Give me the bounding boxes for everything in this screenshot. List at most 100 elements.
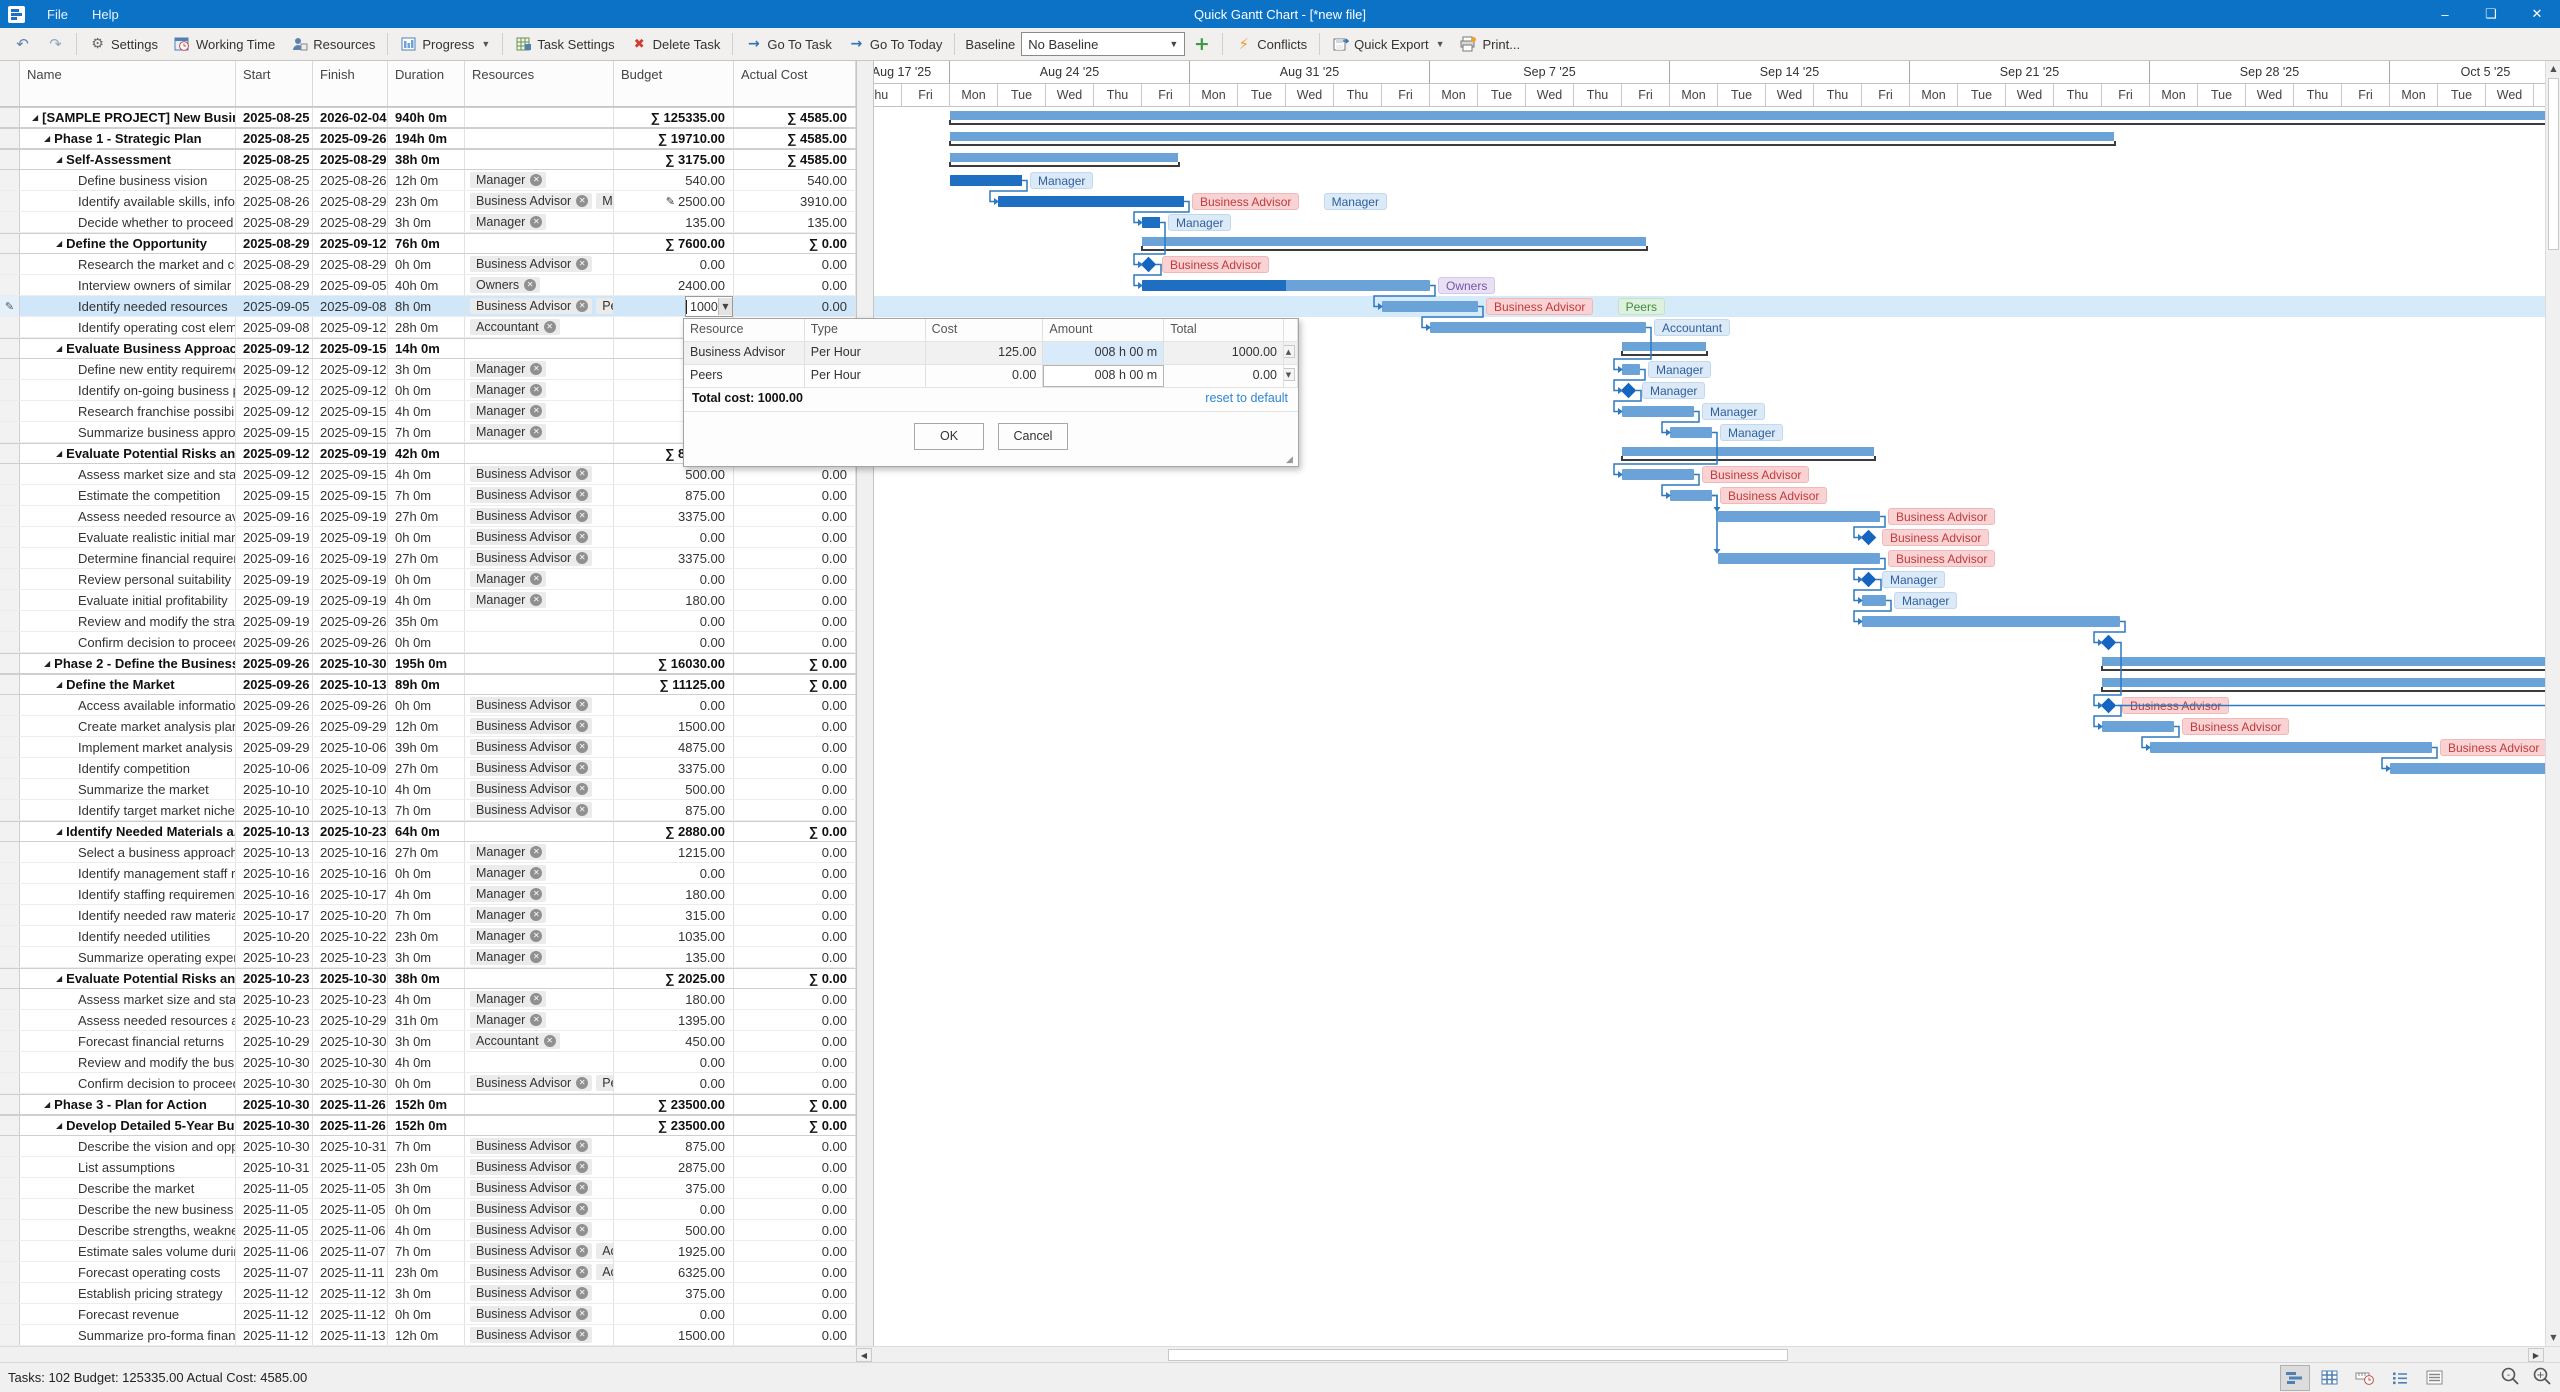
- table-row[interactable]: Estimate sales volume during...2025-11-0…: [0, 1241, 856, 1262]
- gantt-bar-summary[interactable]: [950, 153, 1178, 162]
- add-baseline-button[interactable]: +: [1185, 32, 1218, 57]
- vertical-scrollbar[interactable]: ▲ ▼: [2545, 61, 2560, 1346]
- table-row[interactable]: Describe the new business2025-11-052025-…: [0, 1199, 856, 1220]
- expand-icon[interactable]: ◢: [56, 680, 62, 689]
- table-row[interactable]: Summarize pro-forma financ...2025-11-122…: [0, 1325, 856, 1346]
- remove-resource-icon[interactable]: ✕: [576, 531, 588, 543]
- table-row[interactable]: Identify competition2025-10-062025-10-09…: [0, 758, 856, 779]
- gantt-bar[interactable]: [2390, 763, 2545, 774]
- gantt-bar-summary[interactable]: [1622, 342, 1706, 351]
- remove-resource-icon[interactable]: ✕: [576, 1329, 588, 1341]
- zoom-out-icon[interactable]: -: [2500, 1366, 2520, 1389]
- grid-view-icon[interactable]: [2315, 1365, 2345, 1391]
- gantt-bar[interactable]: [1142, 280, 1430, 291]
- delete-task-button[interactable]: ✖Delete Task: [623, 32, 729, 57]
- table-row[interactable]: Summarize the market2025-10-102025-10-10…: [0, 779, 856, 800]
- ok-button[interactable]: OK: [914, 423, 984, 450]
- table-row[interactable]: Assess needed resources ava...2025-10-23…: [0, 1010, 856, 1031]
- expand-icon[interactable]: ◢: [56, 449, 62, 458]
- remove-resource-icon[interactable]: ✕: [576, 1308, 588, 1320]
- table-row[interactable]: Evaluate realistic initial mark...2025-0…: [0, 527, 856, 548]
- gantt-bar-summary[interactable]: [950, 111, 2545, 120]
- table-row[interactable]: Describe the market2025-11-052025-11-053…: [0, 1178, 856, 1199]
- remove-resource-icon[interactable]: ✕: [576, 1287, 588, 1299]
- minimize-button[interactable]: –: [2422, 0, 2468, 28]
- remove-resource-icon[interactable]: ✕: [576, 1224, 588, 1236]
- table-row[interactable]: ◢[SAMPLE PROJECT] New Business2025-08-25…: [0, 107, 856, 128]
- remove-resource-icon[interactable]: ✕: [530, 930, 542, 942]
- remove-resource-icon[interactable]: ✕: [530, 1014, 542, 1026]
- remove-resource-icon[interactable]: ✕: [530, 888, 542, 900]
- cancel-button[interactable]: Cancel: [998, 423, 1068, 450]
- budget-edit-cell[interactable]: 1000▼: [685, 296, 733, 317]
- expand-icon[interactable]: ◢: [56, 239, 62, 248]
- remove-resource-icon[interactable]: ✕: [530, 426, 542, 438]
- table-row[interactable]: Evaluate initial profitability2025-09-19…: [0, 590, 856, 611]
- expand-icon[interactable]: ◢: [32, 113, 38, 122]
- table-row[interactable]: Summarize operating expens...2025-10-232…: [0, 947, 856, 968]
- remove-resource-icon[interactable]: ✕: [576, 1245, 588, 1257]
- table-row[interactable]: Identify management staff re...2025-10-1…: [0, 863, 856, 884]
- gantt-bar[interactable]: [1430, 322, 1646, 333]
- remove-resource-icon[interactable]: ✕: [576, 741, 588, 753]
- table-row[interactable]: ◢Phase 3 - Plan for Action2025-10-302025…: [0, 1094, 856, 1115]
- remove-resource-icon[interactable]: ✕: [576, 195, 588, 207]
- task-settings-button[interactable]: Task Settings: [507, 32, 622, 57]
- go-to-task-button[interactable]: →Go To Task: [737, 32, 840, 57]
- table-row[interactable]: Assess market size and stabil...2025-09-…: [0, 464, 856, 485]
- column-header-start[interactable]: Start: [236, 61, 313, 106]
- gantt-bar[interactable]: [950, 175, 1022, 186]
- remove-resource-icon[interactable]: ✕: [530, 216, 542, 228]
- gantt-bar[interactable]: [1382, 301, 1478, 312]
- expand-icon[interactable]: ◢: [56, 1121, 62, 1130]
- expand-icon[interactable]: ◢: [56, 155, 62, 164]
- remove-resource-icon[interactable]: ✕: [524, 279, 536, 291]
- table-row[interactable]: Implement market analysis p...2025-09-29…: [0, 737, 856, 758]
- undo-button[interactable]: ↶: [6, 32, 39, 57]
- gantt-bar[interactable]: [1862, 595, 1886, 606]
- table-row[interactable]: Forecast revenue2025-11-122025-11-120h 0…: [0, 1304, 856, 1325]
- remove-resource-icon[interactable]: ✕: [530, 363, 542, 375]
- working-time-view-icon[interactable]: [2350, 1365, 2380, 1391]
- popup-amount-cell[interactable]: 008 h 00 m: [1043, 342, 1164, 364]
- table-row[interactable]: Define business vision2025-08-252025-08-…: [0, 170, 856, 191]
- remove-resource-icon[interactable]: ✕: [576, 552, 588, 564]
- expand-icon[interactable]: ◢: [56, 974, 62, 983]
- gantt-milestone[interactable]: [2101, 635, 2117, 651]
- gantt-milestone[interactable]: [1621, 383, 1637, 399]
- settings-button[interactable]: ⚙Settings: [81, 32, 166, 57]
- popup-grid-row[interactable]: Business AdvisorPer Hour125.00008 h 00 m…: [684, 342, 1298, 365]
- popup-amount-cell[interactable]: 008 h 00 m: [1043, 365, 1164, 387]
- menu-item-file[interactable]: File: [35, 7, 80, 22]
- expand-icon[interactable]: ◢: [44, 134, 50, 143]
- scroll-down-icon[interactable]: ▼: [2546, 1330, 2560, 1346]
- gantt-bar[interactable]: [998, 196, 1184, 207]
- conflicts-button[interactable]: ⚡Conflicts: [1227, 32, 1315, 57]
- remove-resource-icon[interactable]: ✕: [576, 699, 588, 711]
- table-row[interactable]: Confirm decision to proceed2025-10-30202…: [0, 1073, 856, 1094]
- table-chart-splitter[interactable]: [856, 61, 874, 1346]
- horizontal-scrollbar[interactable]: ◀ ▶: [0, 1346, 2560, 1362]
- remove-resource-icon[interactable]: ✕: [576, 1203, 588, 1215]
- table-row[interactable]: Forecast financial returns2025-10-292025…: [0, 1031, 856, 1052]
- remove-resource-icon[interactable]: ✕: [576, 1161, 588, 1173]
- table-row[interactable]: ◢Phase 2 - Define the Business...2025-09…: [0, 653, 856, 674]
- gantt-bar-summary[interactable]: [950, 132, 2114, 141]
- table-row[interactable]: Identify needed raw materials2025-10-172…: [0, 905, 856, 926]
- expand-icon[interactable]: ◢: [44, 659, 50, 668]
- scroll-right-icon[interactable]: ▶: [2528, 1348, 2544, 1362]
- gantt-bar[interactable]: [2102, 721, 2174, 732]
- remove-resource-icon[interactable]: ✕: [530, 951, 542, 963]
- remove-resource-icon[interactable]: ✕: [576, 510, 588, 522]
- expand-icon[interactable]: ◢: [56, 827, 62, 836]
- gantt-bar[interactable]: [1862, 616, 2120, 627]
- gantt-bar[interactable]: [1718, 511, 1880, 522]
- spin-down-icon[interactable]: ▼: [1284, 368, 1295, 381]
- remove-resource-icon[interactable]: ✕: [576, 762, 588, 774]
- remove-resource-icon[interactable]: ✕: [530, 174, 542, 186]
- table-row[interactable]: ◢Phase 1 - Strategic Plan2025-08-252025-…: [0, 128, 856, 149]
- dropdown-button[interactable]: ▼: [718, 298, 732, 315]
- remove-resource-icon[interactable]: ✕: [576, 468, 588, 480]
- table-row[interactable]: Interview owners of similar b...2025-08-…: [0, 275, 856, 296]
- table-row[interactable]: Confirm decision to proceed2025-09-26202…: [0, 632, 856, 653]
